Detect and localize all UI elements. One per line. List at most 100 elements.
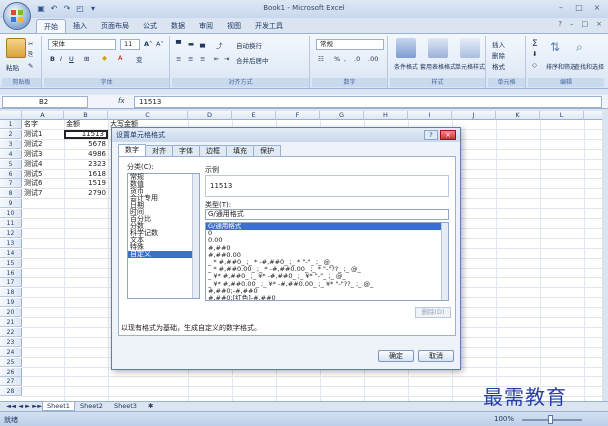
row-header-13[interactable]: 13 xyxy=(0,238,22,248)
tab-developer[interactable]: 开发工具 xyxy=(248,19,290,33)
select-all-corner[interactable] xyxy=(0,111,22,120)
paste-icon[interactable] xyxy=(6,38,26,58)
name-box[interactable]: B2 xyxy=(2,96,88,108)
border-icon[interactable]: ⊞ xyxy=(84,55,89,63)
col-header-j[interactable]: J xyxy=(452,111,496,120)
cell-a1[interactable]: 名字 xyxy=(22,120,64,129)
type-scrollbar[interactable] xyxy=(441,223,448,300)
zoom-level[interactable]: 100% xyxy=(494,415,514,423)
ribbon-close-icon[interactable]: × xyxy=(596,20,602,28)
underline-icon[interactable]: U xyxy=(69,55,74,63)
cell-a2[interactable]: 测试1 xyxy=(22,130,64,139)
row-header-3[interactable]: 3 xyxy=(0,139,22,149)
row-header-25[interactable]: 25 xyxy=(0,357,22,367)
row-header-18[interactable]: 18 xyxy=(0,288,22,298)
col-header-g[interactable]: G xyxy=(320,111,364,120)
row-header-19[interactable]: 19 xyxy=(0,298,22,308)
accounting-format-icon[interactable]: ☷ xyxy=(318,55,324,63)
sort-filter-icon[interactable]: ⇅ xyxy=(550,40,560,54)
number-format-select[interactable]: 常规 xyxy=(316,39,384,50)
row-header-20[interactable]: 20 xyxy=(0,308,22,318)
dialog-close-button[interactable]: × xyxy=(440,130,456,140)
ok-button[interactable]: 确定 xyxy=(378,350,414,362)
cell-a4[interactable]: 测试3 xyxy=(22,150,64,159)
col-header-c[interactable]: C xyxy=(108,111,188,120)
row-header-14[interactable]: 14 xyxy=(0,248,22,258)
align-center-icon[interactable]: ≡ xyxy=(188,55,193,63)
phonetic-icon[interactable]: 变 xyxy=(136,54,143,64)
row-header-27[interactable]: 27 xyxy=(0,377,22,387)
dialog-help-button[interactable]: ? xyxy=(424,130,438,140)
row-header-1[interactable]: 1 xyxy=(0,120,22,129)
cell-b1[interactable]: 金额 xyxy=(64,120,108,129)
cell-a8[interactable]: 测试7 xyxy=(22,189,64,198)
cell-styles-button[interactable]: 单元格样式 xyxy=(454,62,486,71)
italic-icon[interactable]: I xyxy=(60,55,62,63)
type-item[interactable]: 0.00 xyxy=(206,237,448,244)
col-header-a[interactable]: A xyxy=(22,111,64,120)
font-color-icon[interactable]: A xyxy=(118,54,122,62)
cell-a5[interactable]: 测试4 xyxy=(22,160,64,169)
office-button[interactable] xyxy=(3,2,31,30)
tab-review[interactable]: 审阅 xyxy=(192,19,220,33)
tab-data[interactable]: 数据 xyxy=(164,19,192,33)
dialog-tab-border[interactable]: 边框 xyxy=(199,145,227,156)
minimize-button[interactable]: – xyxy=(556,3,566,12)
row-header-24[interactable]: 24 xyxy=(0,347,22,357)
format-table-icon[interactable] xyxy=(428,38,448,58)
col-header-m[interactable]: M xyxy=(584,111,602,120)
fill-color-icon[interactable]: ◆ xyxy=(102,54,107,62)
row-header-21[interactable]: 21 xyxy=(0,318,22,327)
tab-insert[interactable]: 插入 xyxy=(66,19,94,33)
format-painter-icon[interactable]: ✎ xyxy=(28,62,33,70)
formula-input[interactable]: 11513 xyxy=(134,96,602,108)
row-header-9[interactable]: 9 xyxy=(0,199,22,209)
cell-a7[interactable]: 测试6 xyxy=(22,179,64,188)
fill-icon[interactable]: ⬇ xyxy=(532,50,537,58)
category-item[interactable]: 自定义 xyxy=(128,251,199,258)
type-item[interactable]: #,##0 xyxy=(206,244,448,252)
increase-indent-icon[interactable]: ⇥ xyxy=(224,55,229,63)
font-name-select[interactable]: 宋体 xyxy=(48,39,116,50)
col-header-e[interactable]: E xyxy=(232,111,276,120)
cell-b3[interactable]: 5678 xyxy=(64,140,108,149)
insert-cells-button[interactable]: 插入 xyxy=(492,39,505,49)
type-item[interactable]: #,##0;[红色]-#,##0 xyxy=(206,294,448,300)
col-header-l[interactable]: L xyxy=(540,111,584,120)
conditional-format-icon[interactable] xyxy=(396,38,416,58)
increase-decimal-icon[interactable]: .0 xyxy=(354,55,360,63)
paste-button[interactable]: 粘贴 xyxy=(6,62,19,72)
row-header-11[interactable]: 11 xyxy=(0,219,22,228)
tab-formulas[interactable]: 公式 xyxy=(136,19,164,33)
row-header-8[interactable]: 8 xyxy=(0,189,22,199)
close-button[interactable]: × xyxy=(592,3,602,12)
dialog-tab-number[interactable]: 数字 xyxy=(118,144,146,156)
dialog-tab-protection[interactable]: 保护 xyxy=(253,145,281,156)
cell-b4[interactable]: 4986 xyxy=(64,150,108,159)
find-select-icon[interactable]: ⌕ xyxy=(576,40,583,55)
row-header-28[interactable]: 28 xyxy=(0,387,22,397)
cell-b2[interactable]: 11513 xyxy=(64,129,108,139)
type-list[interactable]: G/通用格式 0 0.00 #,##0 #,##0.00 _ * #,##0_ ;_ * … xyxy=(205,222,449,301)
sheet-tab-1[interactable]: Sheet1 xyxy=(42,402,75,411)
comma-style-icon[interactable]: , xyxy=(344,55,346,63)
dialog-tab-font[interactable]: 字体 xyxy=(172,145,200,156)
cell-a6[interactable]: 测试5 xyxy=(22,170,64,179)
ribbon-min-icon[interactable]: – xyxy=(570,20,574,28)
row-header-10[interactable]: 10 xyxy=(0,209,22,219)
category-list[interactable]: 常规 数值 货币 会计专用 日期 时间 百分比 分数 科学记数 文本 特殊 自定义 xyxy=(127,173,200,299)
insert-function-icon[interactable]: fx xyxy=(118,97,125,105)
sort-filter-button[interactable]: 排序和筛选 xyxy=(546,62,576,71)
row-header-7[interactable]: 7 xyxy=(0,179,22,189)
cut-icon[interactable]: ✂ xyxy=(28,40,33,48)
format-cells-button[interactable]: 格式 xyxy=(492,61,505,71)
wrap-text-button[interactable]: 自动换行 xyxy=(236,40,262,50)
col-header-h[interactable]: H xyxy=(364,111,408,120)
align-middle-icon[interactable]: ▬ xyxy=(188,40,194,48)
grow-font-icon[interactable]: A˄ xyxy=(144,40,152,48)
row-header-2[interactable]: 2 xyxy=(0,129,22,139)
cancel-button[interactable]: 取消 xyxy=(418,350,454,362)
row-header-17[interactable]: 17 xyxy=(0,278,22,288)
align-top-icon[interactable]: ▀ xyxy=(176,40,181,48)
shrink-font-icon[interactable]: A˅ xyxy=(156,40,164,48)
